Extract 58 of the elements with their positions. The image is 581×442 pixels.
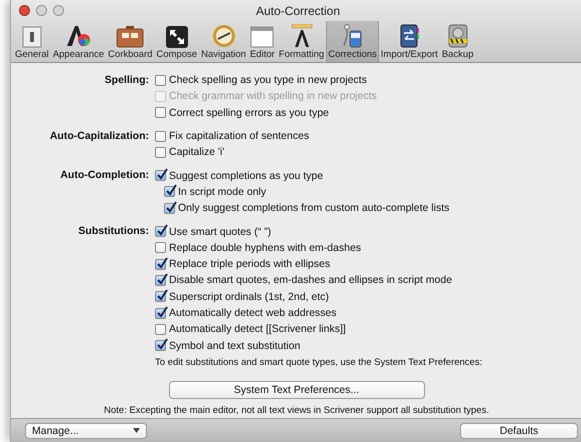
- minimize-button[interactable]: [36, 5, 47, 16]
- manage-popup[interactable]: Manage...: [25, 422, 147, 438]
- toolbar-tab[interactable]: General: [13, 21, 51, 62]
- checkbox[interactable]: Capitalize 'i': [155, 144, 581, 160]
- drive-icon: [446, 24, 469, 48]
- system-text-preferences-button[interactable]: System Text Preferences...: [168, 380, 424, 399]
- section-label: Substitutions:: [77, 224, 149, 240]
- toolbar-tab[interactable]: Compose: [154, 21, 200, 62]
- checkmark-icon: [166, 200, 177, 213]
- checkbox[interactable]: Superscript ordinals (1st, 2nd, etc): [155, 288, 581, 305]
- checkbox[interactable]: Disable smart quotes, em-dashes and ellipses in script mode: [155, 272, 581, 289]
- checkbox[interactable]: Replace triple periods with ellipses: [155, 256, 581, 272]
- checkmark-icon: [166, 184, 177, 196]
- switch-icon: [22, 26, 42, 48]
- checkbox[interactable]: Replace double hyphens with em-dashes: [155, 240, 581, 256]
- bottle-brush-icon: [341, 24, 364, 48]
- toolbar-tab[interactable]: Corkboard: [106, 21, 154, 62]
- caret-icon: [133, 428, 140, 433]
- toolbar-tab[interactable]: Editor: [248, 21, 277, 62]
- section-label: Auto-Completion:: [59, 168, 149, 184]
- checkbox[interactable]: Symbol and text substitution: [155, 337, 581, 354]
- toolbar-tab[interactable]: Appearance: [50, 21, 106, 62]
- checkbox[interactable]: Correct spelling errors as you type: [155, 104, 581, 121]
- checkmark-icon: [157, 306, 168, 318]
- font-palette-icon: [65, 24, 92, 48]
- checkmark-icon: [157, 168, 168, 180]
- checkbox[interactable]: Automatically detect web addresses: [155, 304, 581, 322]
- checkmark-icon: [157, 272, 168, 285]
- checkbox[interactable]: Fix capitalization of sentences: [155, 128, 581, 144]
- toolbar-tab[interactable]: Navigation: [199, 21, 248, 62]
- expand-arrows-icon: [166, 26, 188, 48]
- checkmark-icon: [157, 224, 168, 236]
- checkbox[interactable]: Suggest completions as you type: [155, 167, 581, 184]
- defaults-button[interactable]: Defaults: [460, 422, 578, 438]
- checkbox[interactable]: Automatically detect [[Scrivener links]]: [155, 321, 581, 338]
- section-label: Spelling:: [104, 73, 149, 88]
- corkboard-icon: [116, 26, 144, 48]
- toolbar-tab[interactable]: Backup: [440, 21, 476, 62]
- checkbox[interactable]: In script mode only: [155, 184, 581, 200]
- checkbox[interactable]: Check spelling as you type in new projects: [155, 72, 581, 88]
- checkmark-icon: [157, 338, 168, 350]
- note-text: Note: Excepting the main editor, not all text views in Scrivener support all substitution types.: [104, 404, 489, 416]
- checkmark-icon: [157, 256, 168, 269]
- checkbox[interactable]: Only suggest completions from custom auto-complete lists: [155, 200, 581, 216]
- checkmark-icon: [157, 289, 168, 302]
- window-icon: [250, 26, 274, 48]
- close-button[interactable]: [19, 5, 30, 16]
- ruler-letter-icon: [290, 24, 314, 48]
- checkbox[interactable]: Use smart quotes (“ ”): [155, 223, 581, 240]
- toolbar-tab[interactable]: Formatting: [276, 21, 326, 62]
- hint-text: To edit substitutions and smart quote types, use the System Text Preferences:: [155, 356, 484, 368]
- zoom-button[interactable]: [53, 5, 64, 16]
- compass-icon: [212, 24, 236, 48]
- window-title: Auto-Correction: [254, 4, 342, 18]
- section-label: Auto-Capitalization:: [48, 128, 149, 144]
- address-book-icon: [398, 24, 420, 48]
- toolbar-tab[interactable]: Corrections: [326, 21, 379, 62]
- toolbar-tab[interactable]: Import/Export: [378, 21, 440, 62]
